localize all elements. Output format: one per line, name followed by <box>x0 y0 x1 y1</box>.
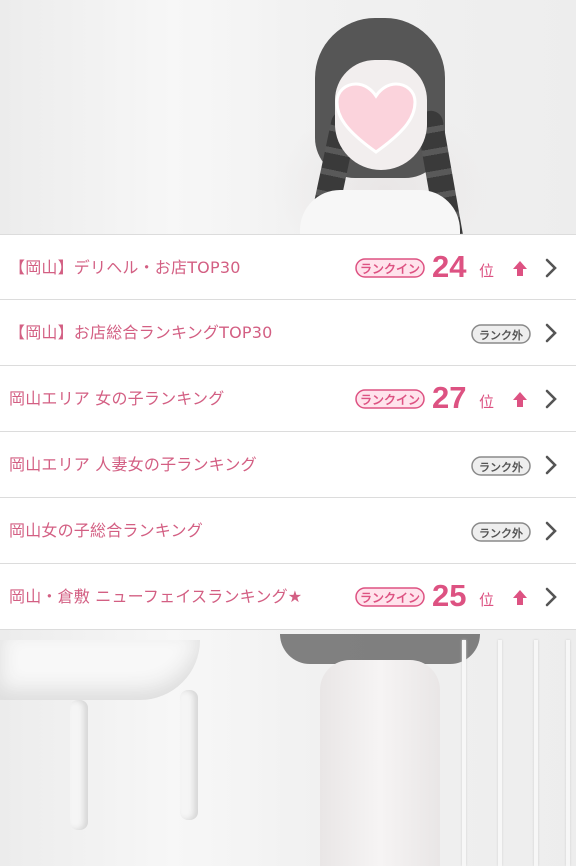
ranking-row[interactable]: 岡山女の子総合ランキング ランク外 <box>0 498 576 564</box>
svg-text:ランク外: ランク外 <box>479 526 523 540</box>
svg-text:ランク外: ランク外 <box>479 328 523 342</box>
rank-in-badge: ランクイン <box>355 258 425 278</box>
ranking-title: 【岡山】デリヘル・お店TOP30 <box>9 258 241 277</box>
chevron-right-icon <box>545 587 557 607</box>
rank-in-badge: ランクイン <box>355 389 425 409</box>
heart-icon <box>335 82 417 154</box>
chevron-right-icon <box>545 389 557 409</box>
up-arrow-icon <box>513 590 527 605</box>
ranking-row[interactable]: 岡山エリア 人妻女の子ランキング ランク外 <box>0 432 576 498</box>
up-arrow-icon <box>513 392 527 407</box>
rank-number: 27 <box>432 380 467 415</box>
rank-out-badge: ランク外 <box>471 522 531 542</box>
photo-stool <box>0 640 200 700</box>
ranking-title: 岡山女の子総合ランキング <box>9 521 203 540</box>
photo-chair-bar <box>498 640 502 866</box>
rank-unit: 位 <box>479 262 495 280</box>
chevron-right-icon <box>545 455 557 475</box>
ranking-row[interactable]: 岡山・倉敷 ニューフェイスランキング★ ランクイン 25 位 <box>0 564 576 630</box>
svg-text:ランク外: ランク外 <box>479 460 523 474</box>
svg-text:ランクイン: ランクイン <box>360 262 420 276</box>
chevron-right-icon <box>545 323 557 343</box>
svg-text:ランクイン: ランクイン <box>360 591 420 605</box>
photo-chair-bar <box>566 640 570 866</box>
photo-chair-bar <box>534 640 538 866</box>
ranking-title: 【岡山】お店総合ランキングTOP30 <box>9 323 273 342</box>
rank-unit: 位 <box>479 393 495 411</box>
ranking-row[interactable]: 【岡山】お店総合ランキングTOP30 ランク外 <box>0 300 576 366</box>
rank-unit: 位 <box>479 591 495 609</box>
rank-out-badge: ランク外 <box>471 324 531 344</box>
rank-number: 25 <box>432 578 467 613</box>
photo-chair-bar <box>462 640 466 866</box>
rank-out-badge: ランク外 <box>471 456 531 476</box>
photo-stool-leg <box>70 700 88 830</box>
ranking-title: 岡山エリア 女の子ランキング <box>9 389 225 408</box>
rank-number: 24 <box>432 249 467 284</box>
chevron-right-icon <box>545 258 557 278</box>
ranking-row[interactable]: 【岡山】デリヘル・お店TOP30 ランクイン 24 位 <box>0 234 576 300</box>
rank-in-badge: ランクイン <box>355 587 425 607</box>
svg-text:ランクイン: ランクイン <box>360 393 420 407</box>
ranking-list: 【岡山】デリヘル・お店TOP30 ランクイン 24 位 【岡山】お店総合ランキン… <box>0 234 576 630</box>
chevron-right-icon <box>545 521 557 541</box>
ranking-title: 岡山・倉敷 ニューフェイスランキング★ <box>9 587 303 606</box>
ranking-title: 岡山エリア 人妻女の子ランキング <box>9 455 257 474</box>
photo-stool-leg <box>180 690 198 820</box>
up-arrow-icon <box>513 261 527 276</box>
ranking-row[interactable]: 岡山エリア 女の子ランキング ランクイン 27 位 <box>0 366 576 432</box>
photo-legs <box>320 660 440 866</box>
